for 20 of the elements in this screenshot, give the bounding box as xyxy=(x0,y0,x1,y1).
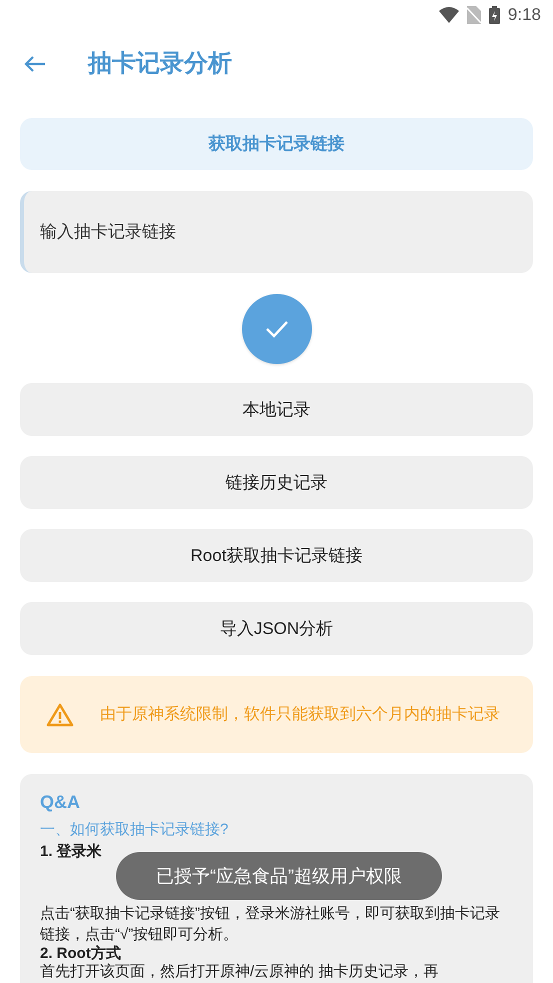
action-button[interactable]: 导入JSON分析 xyxy=(20,602,533,655)
qa-question: 一、如何获取抽卡记录链接? xyxy=(40,820,230,840)
warning-icon xyxy=(46,702,74,726)
qa-answer: 首先打开该页面，然后打开原神/云原神的 抽卡历史记录，再 xyxy=(40,963,440,980)
qa-heading: 1. 登录米 xyxy=(40,842,103,862)
no-sim-icon xyxy=(466,6,481,24)
page-title: 抽卡记录分析 xyxy=(88,49,232,79)
qa-heading: 2. Root方式 xyxy=(40,945,122,963)
check-icon xyxy=(264,320,288,338)
qa-title: Q&A xyxy=(40,792,81,812)
toast: 已授予“应急食品”超级用户权限 xyxy=(116,852,442,900)
wifi-icon xyxy=(438,7,459,23)
warning-text: 由于原神系统限制，软件只能获取到六个月内的抽卡记录 xyxy=(100,704,500,724)
battery-icon xyxy=(488,6,500,24)
status-time: 9:18 xyxy=(508,4,541,26)
action-button[interactable]: 本地记录 xyxy=(20,383,533,436)
action-button[interactable]: 链接历史记录 xyxy=(20,456,533,509)
qa-answer: 点击“获取抽卡记录链接”按钮，登录米游社账号，即可获取到抽卡记录链接，点击“√”按钮即可分析。 xyxy=(40,904,501,945)
link-input-field[interactable]: 输入抽卡记录链接 xyxy=(20,191,533,273)
action-button[interactable]: Root获取抽卡记录链接 xyxy=(20,529,533,582)
